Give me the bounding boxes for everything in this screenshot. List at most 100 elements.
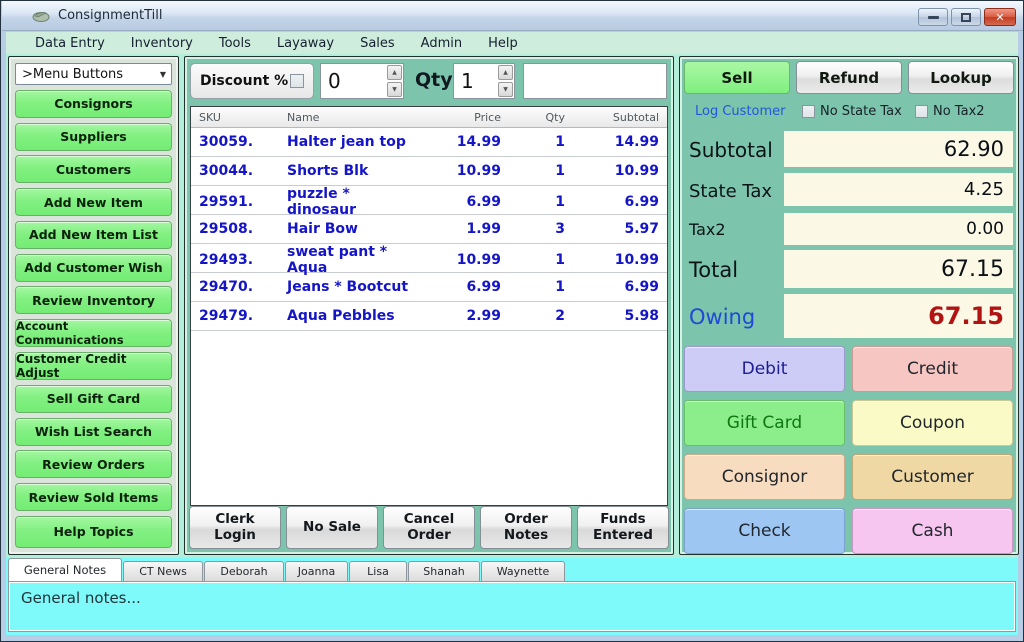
sidebar-button-review-orders[interactable]: Review Orders (15, 450, 172, 478)
sidebar-button-customers[interactable]: Customers (15, 155, 172, 183)
cell-qty: 2 (509, 308, 573, 324)
table-row[interactable]: 29493. sweat pant * Aqua 10.99 1 10.99 (191, 244, 667, 273)
cash-button[interactable]: Cash (852, 508, 1013, 554)
qty-label: Qty (415, 69, 453, 91)
discount-input[interactable] (321, 64, 387, 98)
menu-inventory[interactable]: Inventory (118, 36, 206, 51)
table-row[interactable]: 29479. Aqua Pebbles 2.99 2 5.98 (191, 302, 667, 331)
order-items-table[interactable]: SKU Name Price Qty Subtotal 30059. Halte… (190, 106, 668, 506)
menu-tools[interactable]: Tools (206, 36, 264, 51)
sidebar-button-help-topics[interactable]: Help Topics (15, 516, 172, 548)
gift-card-button[interactable]: Gift Card (684, 400, 845, 446)
credit-button[interactable]: Credit (852, 346, 1013, 392)
cell-qty: 3 (509, 221, 573, 237)
sidebar-button-account-communications[interactable]: Account Communications (15, 319, 172, 347)
cell-subtotal: 6.99 (573, 194, 667, 210)
no-tax2-checkbox[interactable] (915, 105, 928, 118)
cell-price: 6.99 (429, 279, 509, 295)
total-label: Total (689, 258, 738, 282)
title-bar: ConsignmentTill ✕ (2, 1, 1024, 31)
cell-sku: 29493. (191, 252, 279, 268)
discount-spin-up-button[interactable]: ▲ (387, 65, 402, 80)
sidebar-button-add-customer-wish[interactable]: Add Customer Wish (15, 254, 172, 282)
no-sale-button[interactable]: No Sale (286, 506, 378, 549)
menu-sales[interactable]: Sales (347, 36, 408, 51)
sidebar-button-add-new-item-list[interactable]: Add New Item List (15, 221, 172, 249)
dropdown-label: >Menu Buttons (22, 67, 123, 82)
menu-buttons-dropdown[interactable]: >Menu Buttons ▼ (15, 63, 172, 85)
sell-button[interactable]: Sell (684, 61, 790, 94)
cancel-order-button[interactable]: Cancel Order (383, 506, 475, 549)
discount-checkbox[interactable] (290, 74, 304, 88)
tab-ct-news[interactable]: CT News (123, 561, 203, 581)
minimize-button[interactable] (918, 8, 948, 26)
sidebar-panel: >Menu Buttons ▼ Consignors Suppliers Cus… (8, 56, 179, 555)
qty-spinner: ▲ ▼ (453, 63, 515, 99)
order-panel: Discount % ▲ ▼ Qty ▲ ▼ (184, 56, 674, 555)
no-state-tax-checkbox[interactable] (802, 105, 815, 118)
sidebar-button-wish-list-search[interactable]: Wish List Search (15, 418, 172, 446)
tax-options-row: Log Customer No State Tax No Tax2 (680, 104, 1018, 122)
consignor-button[interactable]: Consignor (684, 454, 845, 500)
cell-price: 10.99 (429, 163, 509, 179)
close-button[interactable]: ✕ (984, 8, 1016, 26)
chevron-down-icon: ▼ (160, 70, 166, 79)
header-qty: Qty (509, 111, 573, 124)
qty-spin-up-button[interactable]: ▲ (498, 65, 513, 80)
menu-data-entry[interactable]: Data Entry (22, 36, 118, 51)
log-customer-link[interactable]: Log Customer (695, 104, 786, 119)
table-row[interactable]: 30044. Shorts Blk 10.99 1 10.99 (191, 157, 667, 186)
refund-button[interactable]: Refund (796, 61, 902, 94)
cell-name: Hair Bow (279, 221, 429, 237)
cell-subtotal: 5.98 (573, 308, 667, 324)
sidebar-button-review-sold-items[interactable]: Review Sold Items (15, 483, 172, 511)
notes-content[interactable]: General notes... (8, 581, 1016, 632)
tab-lisa[interactable]: Lisa (349, 561, 407, 581)
discount-spin-down-button[interactable]: ▼ (387, 82, 402, 97)
customer-button[interactable]: Customer (852, 454, 1013, 500)
mode-buttons: Sell Refund Lookup (684, 61, 1014, 94)
discount-spinner: ▲ ▼ (320, 63, 404, 99)
table-row[interactable]: 29470. Jeans * Bootcut 6.99 1 6.99 (191, 273, 667, 302)
transaction-panel: Sell Refund Lookup Log Customer No State… (679, 56, 1019, 555)
main-area: >Menu Buttons ▼ Consignors Suppliers Cus… (6, 54, 1018, 558)
cell-sku: 30044. (191, 163, 279, 179)
sidebar-button-add-new-item[interactable]: Add New Item (15, 188, 172, 216)
qty-input[interactable] (454, 64, 498, 98)
cell-name: Halter jean top (279, 134, 429, 150)
sidebar-button-customer-credit-adjust[interactable]: Customer Credit Adjust (15, 352, 172, 380)
menu-layaway[interactable]: Layaway (264, 36, 347, 51)
order-notes-button[interactable]: Order Notes (480, 506, 572, 549)
table-row[interactable]: 29508. Hair Bow 1.99 3 5.97 (191, 215, 667, 244)
menu-help[interactable]: Help (475, 36, 531, 51)
sidebar-button-suppliers[interactable]: Suppliers (15, 123, 172, 151)
coupon-button[interactable]: Coupon (852, 400, 1013, 446)
check-button[interactable]: Check (684, 508, 845, 554)
tab-shanah[interactable]: Shanah (408, 561, 480, 581)
debit-button[interactable]: Debit (684, 346, 845, 392)
lookup-button[interactable]: Lookup (908, 61, 1014, 94)
spinner-up-icon: ▲ (392, 69, 397, 76)
cell-subtotal: 6.99 (573, 279, 667, 295)
sidebar-button-review-inventory[interactable]: Review Inventory (15, 286, 172, 314)
close-icon: ✕ (995, 11, 1004, 24)
item-entry-input[interactable] (523, 63, 667, 99)
sidebar-button-consignors[interactable]: Consignors (15, 90, 172, 118)
tab-general-notes[interactable]: General Notes (8, 558, 122, 581)
app-window: ConsignmentTill ✕ Data Entry Inventory T… (0, 0, 1024, 642)
menu-admin[interactable]: Admin (408, 36, 475, 51)
subtotal-label: Subtotal (689, 138, 773, 162)
table-row[interactable]: 29591. puzzle * dinosaur 6.99 1 6.99 (191, 186, 667, 215)
qty-spin-down-button[interactable]: ▼ (498, 82, 513, 97)
tab-deborah[interactable]: Deborah (204, 561, 284, 581)
table-row[interactable]: 30059. Halter jean top 14.99 1 14.99 (191, 128, 667, 157)
window-title: ConsignmentTill (58, 8, 163, 23)
sidebar-button-sell-gift-card[interactable]: Sell Gift Card (15, 385, 172, 413)
maximize-button[interactable] (951, 8, 981, 26)
clerk-login-button[interactable]: Clerk Login (189, 506, 281, 549)
tab-joanna[interactable]: Joanna (285, 561, 348, 581)
tab-waynette[interactable]: Waynette (481, 561, 565, 581)
discount-control: Discount % (190, 63, 314, 99)
window-controls: ✕ (918, 8, 1016, 26)
funds-entered-button[interactable]: Funds Entered (577, 506, 669, 549)
